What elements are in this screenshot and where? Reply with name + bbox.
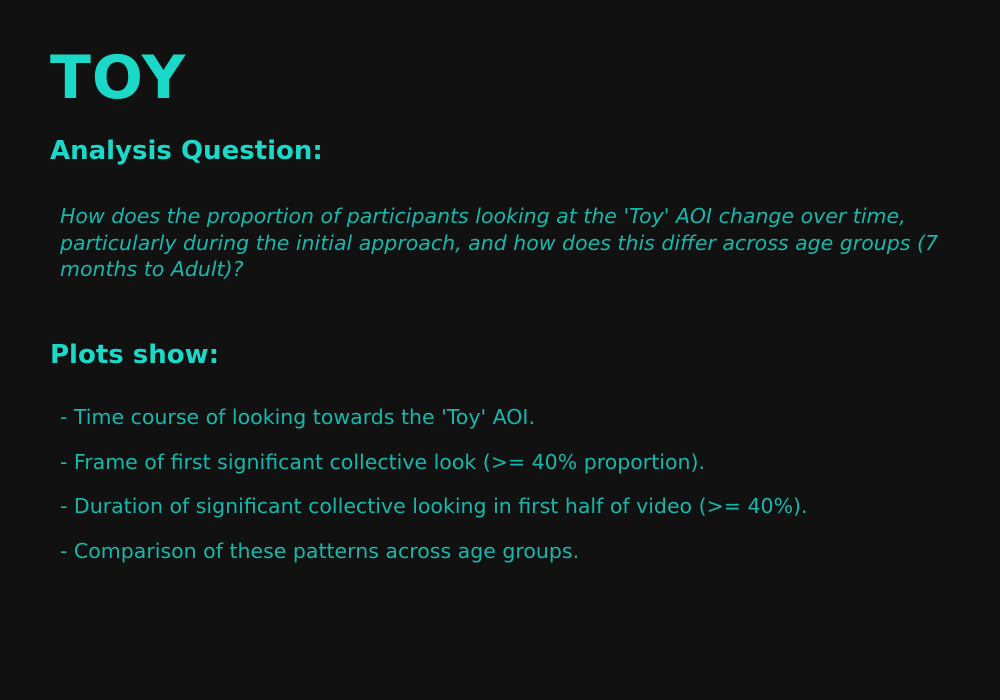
analysis-question-text: How does the proportion of participants …: [60, 204, 939, 281]
plots-show-heading: Plots show:: [50, 340, 220, 370]
list-item: - Time course of looking towards the 'To…: [60, 405, 535, 429]
list-item: - Frame of first significant collective …: [60, 449, 706, 474]
analysis-question-heading: Analysis Question:: [50, 136, 323, 166]
list-item: - Comparison of these patterns across ag…: [60, 538, 580, 563]
list-item: - Duration of significant collective loo…: [60, 494, 808, 518]
plots-list: - Time course of looking towards the 'To…: [60, 404, 808, 582]
page-title: TOY: [50, 43, 187, 113]
